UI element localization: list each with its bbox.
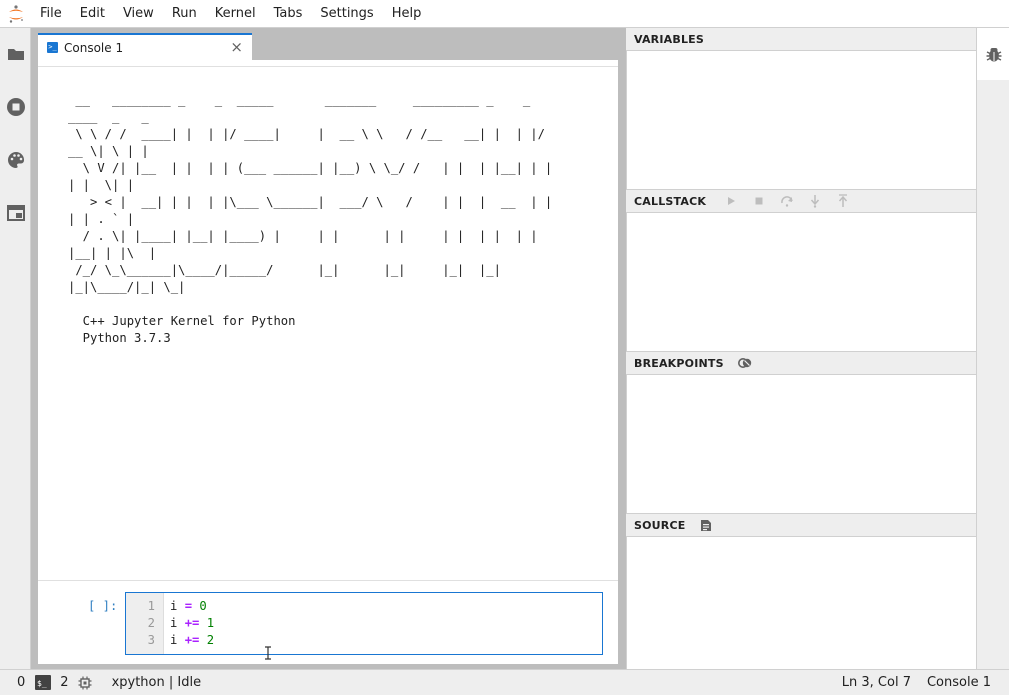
menu-kernel[interactable]: Kernel <box>206 0 265 28</box>
menu-view[interactable]: View <box>114 0 163 28</box>
debugger-tab[interactable] <box>977 28 1009 80</box>
line-number: 2 <box>147 616 155 630</box>
source-header: SOURCE <box>626 513 976 537</box>
remove-all-breakpoints-icon[interactable] <box>737 356 752 370</box>
banner-line: | | \| | <box>68 178 135 192</box>
menubar: File Edit View Run Kernel Tabs Settings … <box>0 0 1009 28</box>
cursor-position[interactable]: Ln 3, Col 7 <box>842 675 911 690</box>
close-icon[interactable]: × <box>230 39 243 55</box>
code-number: 1 <box>206 616 215 630</box>
divider <box>38 66 618 67</box>
kernel-status[interactable]: xpython | Idle <box>112 675 202 690</box>
banner-line: Python 3.7.3 <box>68 331 171 345</box>
code-operator: = <box>184 599 193 613</box>
code-line[interactable]: i = 0 <box>170 599 207 613</box>
banner-line <box>68 296 598 313</box>
menu-tabs[interactable]: Tabs <box>265 0 312 28</box>
svg-text:$_: $_ <box>37 679 47 688</box>
line-number: 1 <box>147 599 155 613</box>
console-icon: >_ <box>47 42 58 53</box>
source-title: SOURCE <box>634 518 686 532</box>
statusbar: 0 $_ 2 xpython | Idle Ln 3, Col 7 Consol… <box>0 669 1009 695</box>
banner-line: |__| | |\ | <box>68 246 157 260</box>
menu-settings[interactable]: Settings <box>311 0 382 28</box>
text-cursor-icon <box>264 646 272 664</box>
code-number: 0 <box>199 599 207 613</box>
menu-edit[interactable]: Edit <box>71 0 114 28</box>
right-sidebar <box>976 28 1009 669</box>
step-out-icon[interactable] <box>836 194 850 208</box>
running-sessions-icon[interactable] <box>5 96 26 117</box>
palette-icon[interactable] <box>5 149 26 170</box>
banner-line: C++ Jupyter Kernel for Python <box>68 314 296 328</box>
divider <box>38 580 618 581</box>
variables-header: VARIABLES <box>626 27 976 51</box>
tabs-icon[interactable] <box>5 202 26 223</box>
folder-icon[interactable] <box>5 43 26 64</box>
kernel-chip-icon[interactable] <box>78 676 92 690</box>
code-variable: i <box>170 616 178 630</box>
terminal-count[interactable]: 0 <box>17 675 25 690</box>
step-in-icon[interactable] <box>808 194 822 208</box>
variables-title: VARIABLES <box>634 32 704 46</box>
banner-line: __ \| \ | | <box>68 144 149 158</box>
terminal-icon[interactable]: $_ <box>35 675 52 690</box>
code-variable: i <box>170 633 178 647</box>
menu-file[interactable]: File <box>31 0 71 28</box>
breakpoints-title: BREAKPOINTS <box>634 356 724 370</box>
banner-line: |_|\____/|_| \_| <box>68 280 186 294</box>
tab-console-1[interactable]: >_ Console 1 × <box>38 33 252 60</box>
menu-run[interactable]: Run <box>163 0 206 28</box>
banner-line: \ V /| |__ | | | | (___ ______| |__) \ \… <box>68 161 553 175</box>
continue-icon[interactable] <box>724 194 738 208</box>
callstack-title: CALLSTACK <box>634 194 707 208</box>
code-line[interactable]: i += 1 <box>170 616 214 630</box>
banner-line: / . \| |____| |__| |____) | | | | | | | … <box>68 229 538 243</box>
active-document: Console 1 <box>926 675 991 690</box>
open-source-icon[interactable] <box>699 518 713 532</box>
code-line[interactable]: i += 2 <box>170 633 214 647</box>
left-sidebar <box>0 28 31 669</box>
menu-help[interactable]: Help <box>383 0 431 28</box>
banner-line: | | . ` | <box>68 212 135 226</box>
banner-line: > < | __| | | | |\___ \______| ___/ \ / … <box>68 195 553 209</box>
input-prompt: [ ]: <box>88 599 118 613</box>
kernel-count[interactable]: 2 <box>60 675 68 690</box>
kernel-banner: __ ________ _ _ _____ _______ _________ … <box>68 92 598 347</box>
code-variable: i <box>170 599 178 613</box>
line-number: 3 <box>147 633 155 647</box>
banner-line: /_/ \_\______|\____/|_____/ |_| |_| |_| … <box>68 263 501 277</box>
tab-label: Console 1 <box>64 40 124 55</box>
jupyter-logo-icon <box>0 0 31 28</box>
code-input-cell[interactable]: 1 2 3 i = 0 i += 1 i += 2 <box>125 592 603 655</box>
code-operator: += <box>184 616 200 630</box>
code-operator: += <box>184 633 200 647</box>
debugger-bug-icon <box>986 45 1002 67</box>
banner-line: __ ________ _ _ _____ _______ _________ … <box>68 93 531 107</box>
debugger-panel <box>626 28 976 669</box>
banner-line: ____ _ _ <box>68 110 149 124</box>
stop-icon[interactable] <box>752 194 766 208</box>
code-number: 2 <box>206 633 215 647</box>
callstack-header: CALLSTACK <box>626 189 976 213</box>
breakpoints-header: BREAKPOINTS <box>626 351 976 375</box>
line-number-gutter: 1 2 3 <box>126 593 164 654</box>
step-over-icon[interactable] <box>780 194 794 208</box>
banner-line: \ \ / / ____| | | |/ ____| | __ \ \ / /_… <box>68 127 545 141</box>
